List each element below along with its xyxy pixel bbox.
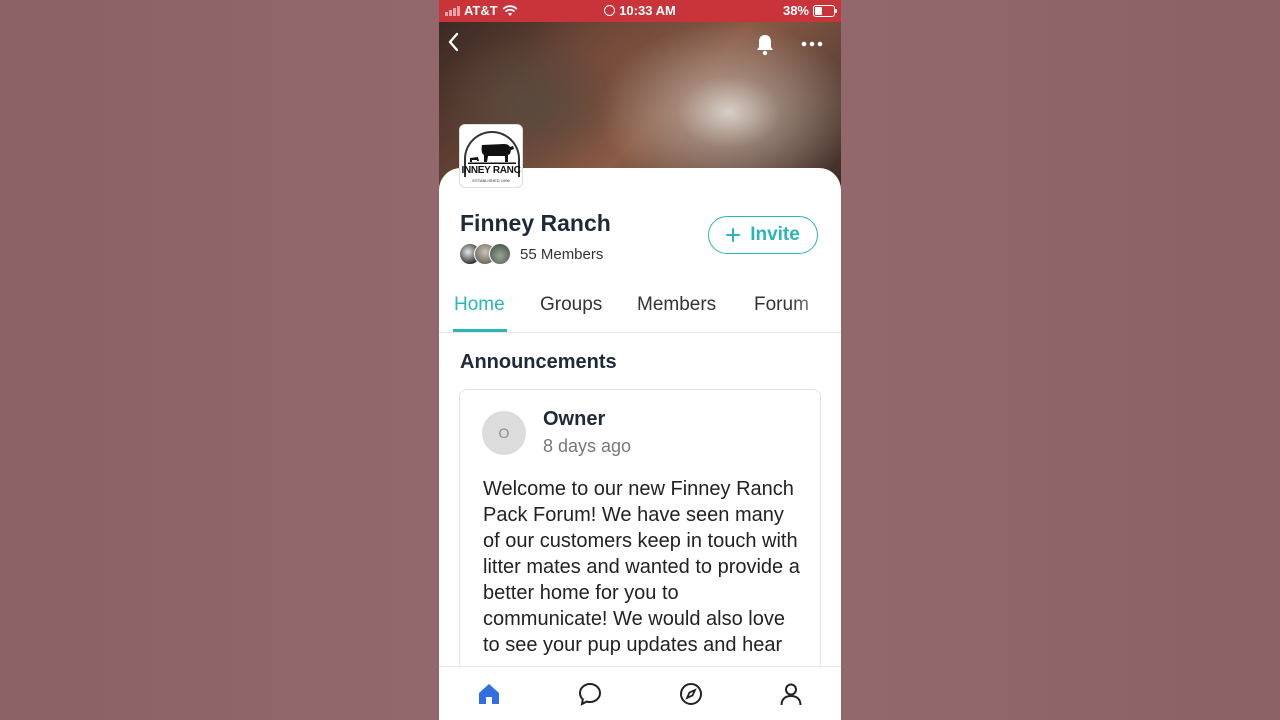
more-horizontal-icon	[801, 41, 823, 47]
bell-icon	[757, 35, 773, 56]
member-avatars[interactable]	[459, 243, 511, 265]
status-bar: AT&T 10:33 AM 38%	[439, 0, 841, 22]
tab-home[interactable]: Home	[454, 294, 505, 316]
tab-bar: Home Groups Members Forum	[439, 286, 841, 333]
nav-home[interactable]	[476, 681, 502, 707]
home-icon	[479, 684, 499, 704]
chat-icon	[578, 682, 602, 706]
profile-icon	[780, 683, 802, 706]
back-button[interactable]	[446, 31, 460, 57]
announcements-title: Announcements	[460, 351, 617, 373]
plus-icon	[726, 228, 741, 242]
battery-icon	[813, 4, 837, 17]
compass-icon	[680, 683, 702, 705]
battery-fill	[815, 6, 822, 15]
post-body: Welcome to our new Finney Ranch Pack For…	[483, 478, 800, 682]
logo-text: INNEY RANC	[461, 165, 521, 176]
group-logo: INNEY RANC ESTABLISHED 1996	[459, 124, 523, 188]
tab-members[interactable]: Members	[637, 294, 716, 316]
chevron-left-icon	[448, 32, 459, 52]
battery-label: 38%	[782, 3, 809, 18]
invite-label: Invite	[750, 224, 800, 245]
nav-chat[interactable]	[577, 681, 603, 707]
background-left	[0, 0, 439, 720]
post-author[interactable]: Owner	[543, 408, 605, 431]
members-count[interactable]: 55 Members	[520, 246, 603, 263]
member-avatar	[489, 243, 511, 265]
cow-icon	[468, 144, 516, 164]
logo-subtext: ESTABLISHED 1996	[472, 178, 510, 183]
status-right: 38%	[782, 3, 837, 18]
location-icon	[604, 5, 616, 16]
clock-label: 10:33 AM	[619, 3, 676, 18]
invite-button[interactable]: Invite	[708, 216, 818, 254]
active-tab-indicator	[453, 329, 507, 332]
tab-groups[interactable]: Groups	[540, 294, 602, 316]
group-name: Finney Ranch	[460, 210, 611, 236]
background-right	[841, 0, 1280, 720]
nav-explore[interactable]	[678, 681, 704, 707]
phone-screen: AT&T 10:33 AM 38% INNEY RANC ESTABLISHED…	[439, 0, 841, 720]
notifications-button[interactable]	[754, 33, 776, 61]
post-time: 8 days ago	[543, 436, 632, 456]
bottom-nav	[439, 666, 841, 720]
status-center: 10:33 AM	[439, 3, 841, 18]
nav-profile[interactable]	[778, 681, 804, 707]
more-button[interactable]	[800, 34, 824, 58]
author-avatar[interactable]: O	[482, 411, 526, 455]
tab-scroll-fade	[791, 286, 841, 330]
